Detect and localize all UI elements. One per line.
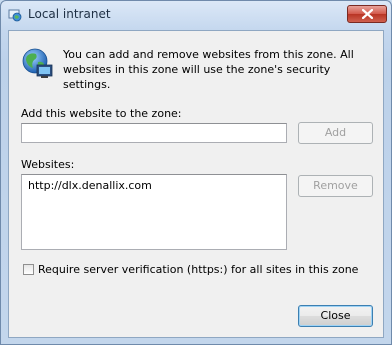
list-item[interactable]: http://dlx.denallix.com — [28, 179, 152, 192]
dialog-window: Local intranet You can add and remove we… — [0, 0, 392, 345]
websites-list[interactable]: http://dlx.denallix.com — [21, 174, 287, 250]
close-button[interactable]: Close — [298, 305, 373, 327]
remove-button[interactable]: Remove — [298, 175, 373, 197]
require-verification-checkbox[interactable] — [23, 264, 34, 275]
window-title: Local intranet — [28, 7, 111, 21]
add-website-label: Add this website to the zone: — [21, 107, 182, 120]
globe-network-icon — [21, 47, 55, 81]
title-bar[interactable]: Local intranet — [1, 1, 391, 29]
intranet-globe-icon — [8, 8, 22, 22]
add-button[interactable]: Add — [298, 122, 373, 144]
add-website-input[interactable] — [21, 123, 287, 143]
require-verification-label[interactable]: Require server verification (https:) for… — [38, 263, 358, 276]
window-close-button[interactable] — [347, 5, 387, 23]
zone-description: You can add and remove websites from thi… — [63, 48, 354, 91]
dialog-body: You can add and remove websites from thi… — [8, 30, 384, 338]
websites-label: Websites: — [21, 158, 75, 171]
close-x-icon — [362, 9, 373, 19]
